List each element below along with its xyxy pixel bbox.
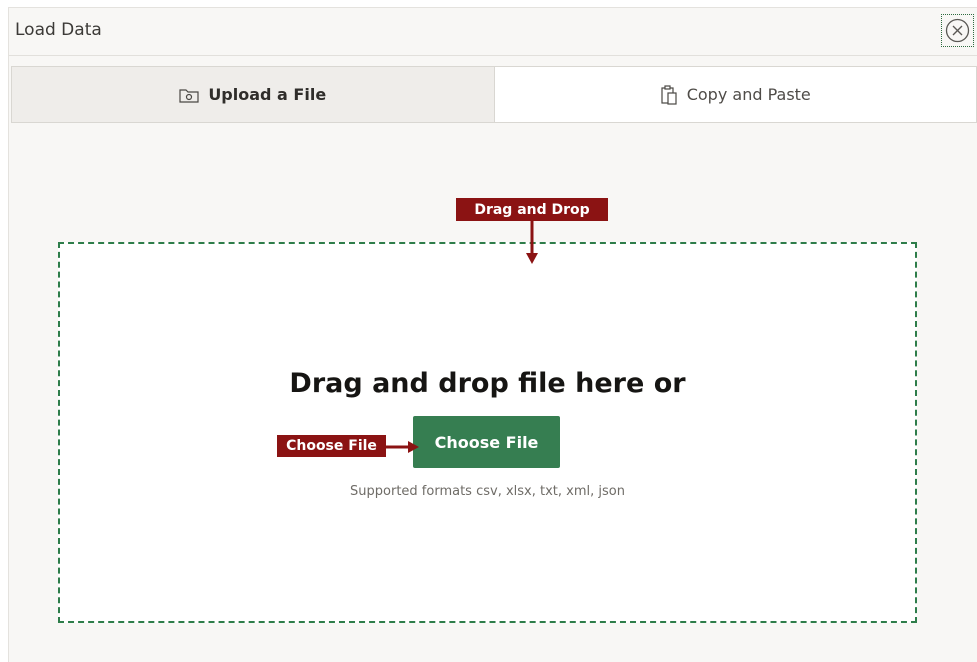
drag-drop-callout: Drag and Drop xyxy=(456,198,608,221)
tab-upload-label: Upload a File xyxy=(208,85,327,104)
right-arrow-icon xyxy=(386,441,419,453)
upload-folder-icon xyxy=(179,87,199,103)
clipboard-icon xyxy=(660,84,678,105)
close-icon xyxy=(945,18,970,43)
file-drop-zone[interactable]: Drag and drop file here or Choose File S… xyxy=(58,242,917,623)
dialog-title: Load Data xyxy=(15,20,102,40)
tab-upload-file[interactable]: Upload a File xyxy=(12,67,495,122)
tab-copy-paste[interactable]: Copy and Paste xyxy=(495,67,977,122)
supported-formats-text: Supported formats csv, xlsx, txt, xml, j… xyxy=(350,484,625,499)
drop-zone-heading: Drag and drop file here or xyxy=(289,368,686,399)
close-button[interactable] xyxy=(941,14,974,47)
dialog-titlebar: Load Data xyxy=(9,8,977,56)
choose-file-button[interactable]: Choose File xyxy=(413,416,560,468)
choose-file-callout: Choose File xyxy=(277,435,386,457)
load-method-tabs: Upload a File Copy and Paste xyxy=(11,66,977,123)
tab-copy-paste-label: Copy and Paste xyxy=(686,85,811,104)
down-arrow-icon xyxy=(526,221,538,264)
